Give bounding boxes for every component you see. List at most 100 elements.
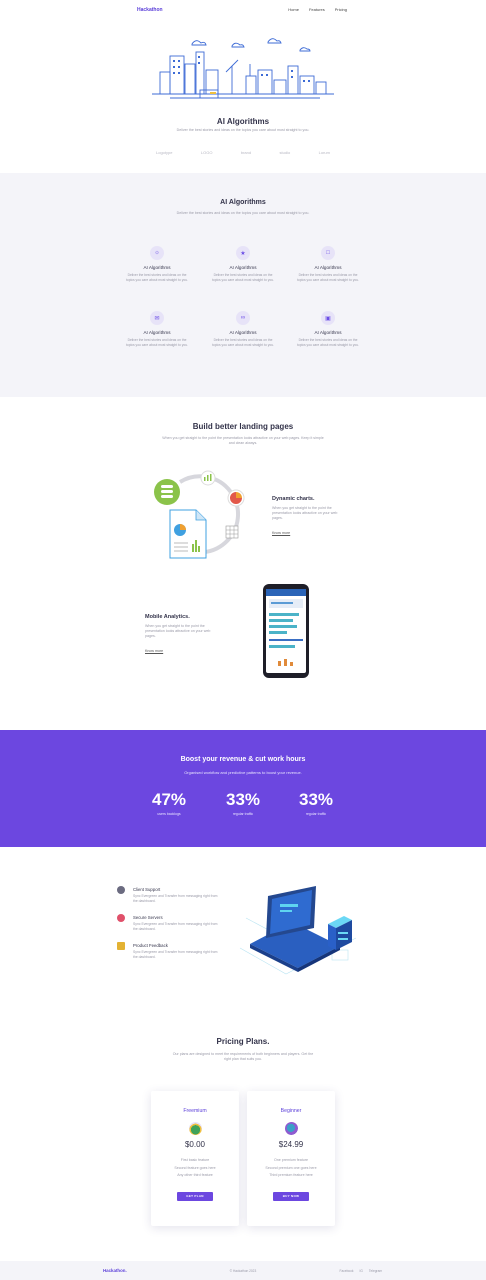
pricing-subtitle: Our plans are designed to meet the requi… [172, 1052, 314, 1061]
feature-title: AI Algorithms [229, 330, 257, 335]
landing-subtitle: When you get straight to the point the p… [162, 436, 324, 445]
feature-block-charts: Dynamic charts. When you get straight to… [272, 496, 344, 539]
image-icon: ▣ [321, 311, 335, 325]
nav-pricing[interactable]: Pricing [335, 7, 347, 12]
document-icon: □ [321, 246, 335, 260]
block-title: Dynamic charts. [272, 496, 315, 502]
footer-copyright: © Hackathon 2023 [229, 1269, 257, 1273]
block-text: When you get straight to the point the p… [272, 506, 338, 520]
hero-subtitle: Deliver the best stories and ideas on th… [176, 128, 310, 132]
partner-logo: brand [240, 150, 252, 155]
trophy-icon: ★ [236, 246, 250, 260]
service-text: Sync Evergreen and Transfer from messagi… [133, 922, 218, 931]
service-title: Client Support [133, 887, 161, 892]
stat-value: 33% [298, 790, 334, 809]
features-subtitle: Deliver the best stories and ideas on th… [176, 211, 310, 215]
stats-section: Boost your revenue & cut work hours Orga… [0, 730, 486, 847]
top-navbar: Hackathon Home Features Pricing [0, 0, 486, 22]
feature-card: ∞ AI Algorithms Deliver the best stories… [208, 311, 278, 347]
feature-card: □ AI Algorithms Deliver the best stories… [293, 246, 363, 282]
partner-logo: Lorum [318, 150, 330, 155]
pricing-title: Pricing Plans. [216, 1037, 270, 1046]
feature-card: ▣ AI Algorithms Deliver the best stories… [293, 311, 363, 347]
stat-label: users backlogs [157, 812, 181, 816]
brand-logo[interactable]: Hackathon [137, 7, 163, 13]
footer-links: Facebook IG Telegram [340, 1269, 382, 1273]
footer-link-facebook[interactable]: Facebook [340, 1269, 354, 1273]
feature-text: Deliver the best stories and ideas on th… [297, 338, 359, 347]
stat-item: 33% regular traffic [213, 790, 273, 816]
nav-links: Home Features Pricing [288, 7, 347, 12]
link-icon: ∞ [236, 311, 250, 325]
plan-icon [188, 1122, 202, 1135]
footer-link-ig[interactable]: IG [360, 1269, 363, 1273]
feedback-icon [117, 942, 125, 950]
isometric-laptop-illustration [239, 886, 357, 975]
features-title: AI Algorithms [220, 199, 266, 206]
stat-item: 33% regular traffic [286, 790, 346, 816]
service-title: Secure Servers [133, 915, 163, 920]
stat-value: 33% [225, 790, 261, 809]
feature-card: ✉ AI Algorithms Deliver the best stories… [122, 311, 192, 347]
stats-subtitle: Organised workflow and predictive patter… [184, 770, 302, 775]
pricing-card-beginner: Beginner $24.99 One premium feature Seco… [247, 1091, 335, 1226]
feature-title: AI Algorithms [143, 330, 171, 335]
feature-title: AI Algorithms [314, 330, 342, 335]
plan-price: $24.99 [278, 1140, 304, 1149]
know-more-link[interactable]: Know more [145, 649, 163, 653]
footer: Hackathon. © Hackathon 2023 Facebook IG … [0, 1261, 486, 1280]
plan-features: One premium feature Second premium one g… [247, 1157, 335, 1180]
plan-feature: One premium feature [274, 1158, 308, 1162]
service-text: Sync Evergreen and Transfer from messagi… [133, 950, 218, 959]
feature-text: Deliver the best stories and ideas on th… [297, 273, 359, 282]
stat-label: regular traffic [305, 812, 327, 816]
feature-text: Deliver the best stories and ideas on th… [126, 273, 188, 282]
plan-name: Beginner [280, 1108, 302, 1114]
stat-value: 47% [151, 790, 187, 809]
plan-features: First basic feature Second feature goes … [151, 1157, 239, 1180]
phone-mockup [263, 584, 309, 678]
plan-feature: Third premium feature here [269, 1173, 313, 1178]
feature-block-mobile: Mobile Analytics. When you get straight … [145, 614, 217, 657]
feature-title: AI Algorithms [143, 265, 171, 270]
pricing-card-freemium: Freemium $0.00 First basic feature Secon… [151, 1091, 239, 1226]
server-icon [117, 914, 125, 922]
city-illustration [152, 38, 334, 99]
nav-home[interactable]: Home [288, 7, 299, 12]
landing-title: Build better landing pages [192, 422, 294, 431]
plan-feature: Second feature goes here [174, 1165, 216, 1170]
mail-icon: ✉ [150, 311, 164, 325]
buy-now-button[interactable]: BUY NOW [273, 1191, 309, 1201]
get-plan-button[interactable]: GET PLAN [177, 1191, 213, 1201]
service-text: Sync Evergreen and Transfer from messagi… [133, 894, 218, 903]
feature-title: AI Algorithms [229, 265, 257, 270]
partner-logo: Logotype [156, 150, 173, 155]
bell-icon: ☼ [150, 246, 164, 260]
feature-text: Deliver the best stories and ideas on th… [212, 338, 274, 347]
feature-text: Deliver the best stories and ideas on th… [212, 273, 274, 282]
partner-logo: LOGO [200, 150, 213, 155]
know-more-link[interactable]: Know more [272, 531, 290, 535]
footer-link-telegram[interactable]: Telegram [369, 1269, 382, 1273]
plan-icon [284, 1122, 298, 1135]
stats-title: Boost your revenue & cut work hours [180, 756, 306, 763]
hero-title: AI Algorithms [216, 117, 270, 126]
plan-name: Freemium [183, 1108, 207, 1114]
partner-logo: studio [279, 150, 291, 155]
plan-feature: Any other third feature [177, 1173, 213, 1178]
plan-feature: Second premium one goes here [265, 1165, 317, 1170]
stat-label: regular traffic [232, 812, 254, 816]
block-text: When you get straight to the point the p… [145, 624, 211, 638]
plan-price: $0.00 [184, 1140, 206, 1149]
feature-text: Deliver the best stories and ideas on th… [126, 338, 188, 347]
plan-feature: First basic feature [180, 1158, 210, 1162]
support-icon [117, 886, 125, 894]
feature-card: ★ AI Algorithms Deliver the best stories… [208, 246, 278, 282]
feature-card: ☼ AI Algorithms Deliver the best stories… [122, 246, 192, 282]
nav-features[interactable]: Features [309, 7, 325, 12]
partner-logos: Logotype LOGO brand studio Lorum [156, 150, 330, 155]
feature-title: AI Algorithms [314, 265, 342, 270]
stat-item: 47% users backlogs [139, 790, 199, 816]
dynamic-charts-illustration [154, 470, 245, 559]
features-section: AI Algorithms Deliver the best stories a… [0, 173, 486, 397]
